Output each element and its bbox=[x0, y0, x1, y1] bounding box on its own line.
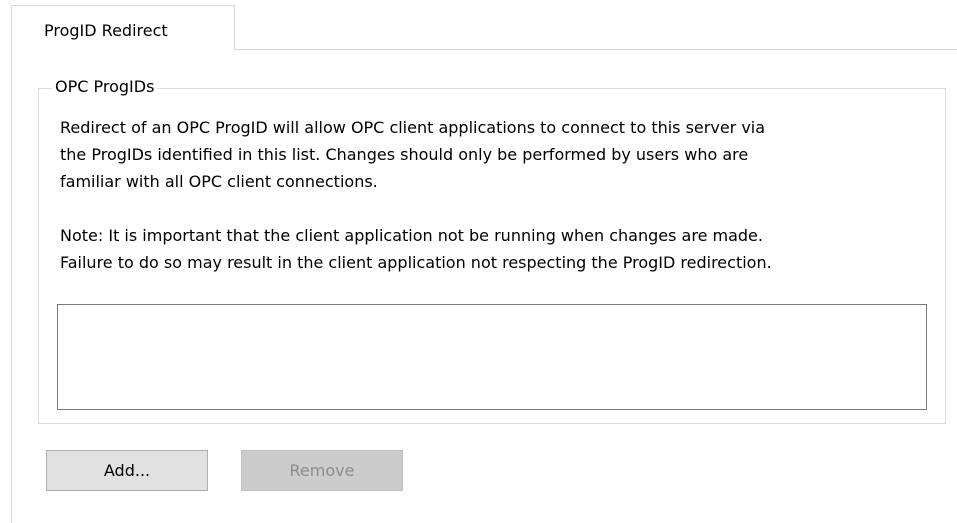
tab-label: ProgID Redirect bbox=[44, 21, 168, 40]
tab-panel bbox=[11, 49, 957, 523]
tab-progid-redirect[interactable]: ProgID Redirect bbox=[11, 5, 235, 50]
